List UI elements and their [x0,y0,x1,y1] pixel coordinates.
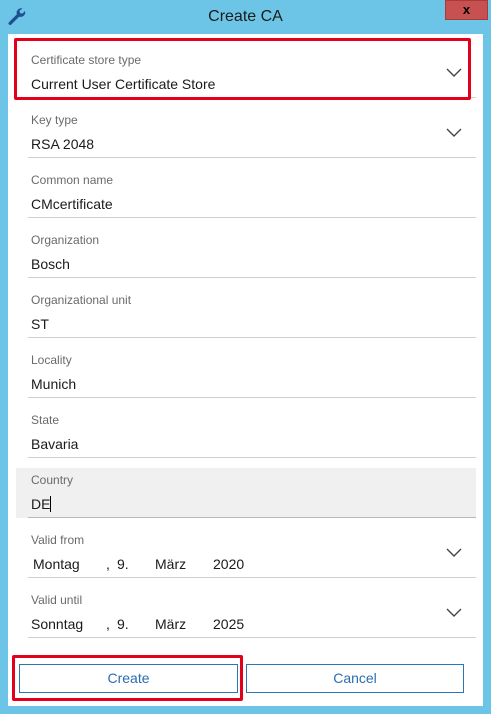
common-name-value: CMcertificate [31,196,113,212]
valid-until-day[interactable]: 9. [117,616,129,632]
create-button-highlight-box [12,655,243,701]
locality-value: Munich [31,376,77,392]
country-input[interactable]: DE [31,496,52,512]
valid-from-datepicker[interactable]: Valid from Montag , 9. März 2020 [16,518,476,578]
key-type-label: Key type [31,113,78,127]
valid-from-day[interactable]: 9. [117,556,129,572]
valid-from-label: Valid from [31,533,85,547]
state-label: State [31,413,60,427]
country-label: Country [31,473,74,487]
window-title: Create CA [208,8,283,25]
chevron-down-icon[interactable] [446,608,462,618]
key-type-value: RSA 2048 [31,136,95,152]
cancel-button[interactable]: Cancel [246,664,464,693]
valid-until-weekday[interactable]: Sonntag [31,616,83,632]
common-name-field[interactable]: Common name CMcertificate [16,158,476,218]
common-name-label: Common name [31,173,114,187]
dialog-body: Certificate store type Current User Cert… [8,34,483,706]
valid-until-month[interactable]: März [155,616,186,632]
locality-field[interactable]: Locality Munich [16,338,476,398]
state-field[interactable]: State Bavaria [16,398,476,458]
date-separator: , [106,616,110,632]
valid-from-month[interactable]: März [155,556,186,572]
valid-until-datepicker[interactable]: Valid until Sonntag , 9. März 2025 [16,578,476,638]
close-button[interactable]: x [445,0,488,20]
valid-until-label: Valid until [31,593,83,607]
organizational-unit-field[interactable]: Organizational unit ST [16,278,476,338]
field-underline [28,637,476,638]
title-bar: Create CA x [0,0,491,34]
chevron-down-icon[interactable] [446,128,462,138]
valid-from-weekday[interactable]: Montag [33,556,80,572]
valid-until-year[interactable]: 2025 [213,616,244,632]
date-separator: , [106,556,110,572]
organizational-unit-label: Organizational unit [31,293,132,307]
store-type-highlight-box [14,38,471,100]
key-type-dropdown[interactable]: Key type RSA 2048 [16,98,476,158]
field-underline [28,457,476,458]
locality-label: Locality [31,353,72,367]
state-value: Bavaria [31,436,79,452]
country-value: DE [31,496,51,512]
organization-value: Bosch [31,256,70,272]
text-cursor [50,496,52,512]
organization-label: Organization [31,233,100,247]
valid-from-year[interactable]: 2020 [213,556,244,572]
organization-field[interactable]: Organization Bosch [16,218,476,278]
organizational-unit-value: ST [31,316,49,332]
chevron-down-icon[interactable] [446,548,462,558]
country-field[interactable]: Country DE [16,468,476,518]
